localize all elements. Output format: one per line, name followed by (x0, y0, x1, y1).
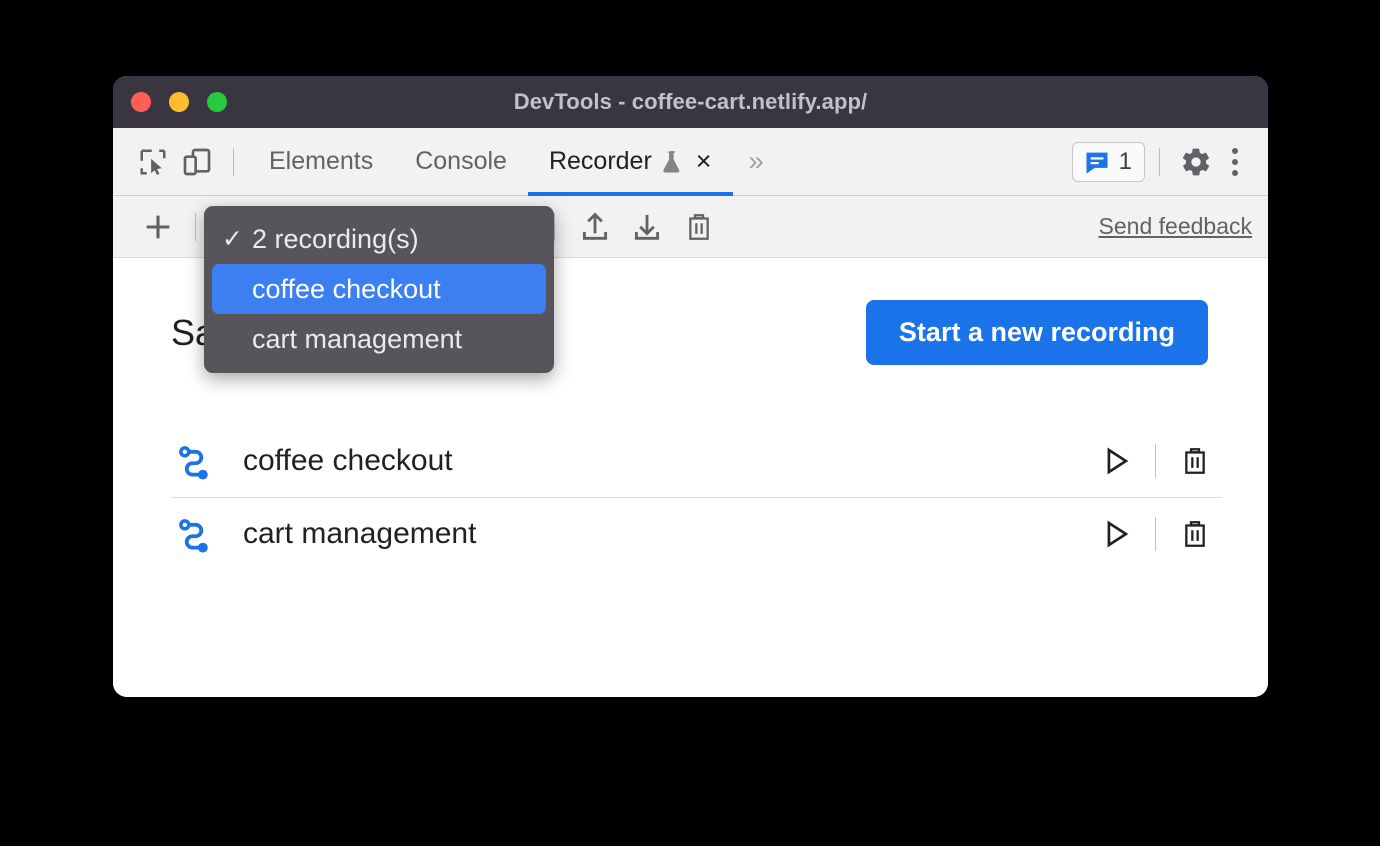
delete-recording-button[interactable] (1168, 507, 1222, 561)
device-toolbar-button[interactable] (175, 140, 219, 184)
plus-icon (146, 215, 170, 238)
start-new-recording-button[interactable]: Start a new recording (865, 300, 1208, 365)
delete-recording-button[interactable] (1168, 434, 1222, 488)
issues-message-icon (1086, 152, 1108, 174)
table-row[interactable]: coffee checkout (171, 425, 1222, 498)
import-recording-button[interactable] (621, 204, 673, 250)
tab-console-label: Console (415, 147, 507, 175)
tabbar-right-actions: 1 (1071, 140, 1268, 184)
user-flow-icon (171, 515, 217, 553)
kebab-dot-1 (1232, 147, 1238, 154)
user-flow-icon (171, 442, 217, 480)
minimize-window-button[interactable] (169, 92, 189, 112)
device-toolbar-icon (183, 148, 211, 175)
row-actions (1089, 434, 1222, 488)
kebab-dot-2 (1232, 158, 1238, 165)
gear-icon (1182, 148, 1210, 175)
tabbar-divider-2 (1159, 147, 1160, 176)
issues-count-label: 1 (1118, 147, 1132, 175)
row-action-divider (1155, 517, 1156, 551)
send-feedback-link[interactable]: Send feedback (1099, 213, 1252, 240)
row-action-divider (1155, 444, 1156, 478)
window-title: DevTools - coffee-cart.netlify.app/ (513, 89, 868, 114)
table-row[interactable]: cart management (171, 498, 1222, 570)
window-titlebar: DevTools - coffee-cart.netlify.app/ (113, 76, 1268, 128)
export-recording-button[interactable] (569, 204, 621, 250)
replay-recording-button[interactable] (1089, 507, 1143, 561)
saved-recordings-list: coffee checkout cart management (113, 425, 1268, 570)
devtools-tabs: Elements Console Recorder × » (248, 128, 780, 196)
export-icon (582, 212, 608, 240)
delete-all-recordings-button[interactable] (673, 204, 725, 250)
more-options-button[interactable] (1218, 140, 1252, 184)
settings-button[interactable] (1174, 140, 1218, 184)
tab-recorder[interactable]: Recorder × (527, 128, 733, 196)
issues-counter-button[interactable]: 1 (1071, 141, 1145, 182)
recording-name: cart management (243, 517, 477, 550)
trash-icon (1185, 521, 1205, 547)
play-icon (1107, 447, 1129, 475)
devtools-window: DevTools - coffee-cart.netlify.app/ Elem… (113, 76, 1268, 697)
menu-item-coffee-checkout[interactable]: coffee checkout (212, 264, 546, 314)
devtools-tabbar: Elements Console Recorder × » 1 (113, 128, 1268, 196)
tab-elements[interactable]: Elements (248, 128, 394, 195)
toolbar-divider-1 (195, 212, 196, 241)
experiment-flask-icon (663, 150, 680, 173)
recordings-dropdown-menu[interactable]: ✓ 2 recording(s) coffee checkout cart ma… (204, 206, 554, 373)
add-recording-button[interactable] (135, 204, 181, 250)
play-icon (1107, 520, 1129, 548)
inspect-element-button[interactable] (131, 140, 175, 184)
replay-recording-button[interactable] (1089, 434, 1143, 488)
check-icon: ✓ (222, 225, 243, 253)
window-traffic-lights (131, 92, 227, 112)
inspect-element-icon (140, 149, 166, 175)
more-tabs-chevron-icon[interactable]: » (733, 148, 780, 175)
menu-item-label: 2 recording(s) (252, 223, 419, 254)
menu-item-recordings-count[interactable]: ✓ 2 recording(s) (204, 214, 554, 264)
tabbar-divider-1 (233, 147, 234, 176)
screen-root: DevTools - coffee-cart.netlify.app/ Elem… (0, 0, 1380, 846)
trash-icon (1185, 448, 1205, 474)
menu-item-label: coffee checkout (252, 273, 441, 304)
maximize-window-button[interactable] (207, 92, 227, 112)
menu-item-cart-management[interactable]: cart management (204, 314, 554, 364)
tab-elements-label: Elements (269, 147, 374, 175)
kebab-dot-3 (1232, 169, 1238, 176)
row-actions (1089, 507, 1222, 561)
trash-icon (689, 213, 709, 240)
recording-name: coffee checkout (243, 444, 453, 477)
close-recorder-tab-button[interactable]: × (696, 148, 712, 175)
import-icon (634, 214, 660, 240)
toolbar-divider-2 (554, 212, 555, 241)
menu-item-label: cart management (252, 323, 463, 354)
close-window-button[interactable] (131, 92, 151, 112)
tab-console[interactable]: Console (394, 128, 528, 195)
tab-recorder-label: Recorder (548, 147, 652, 175)
